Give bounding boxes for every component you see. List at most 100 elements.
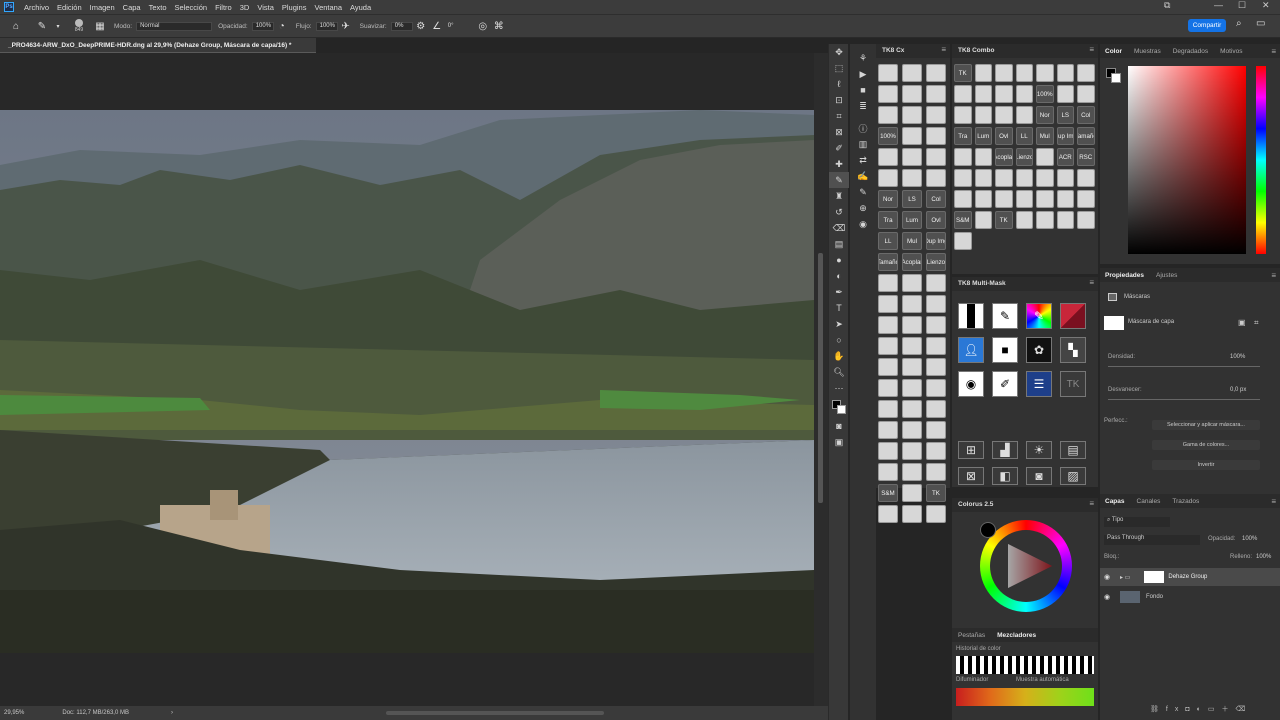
tk8-combo-button-12[interactable]	[1056, 85, 1074, 103]
canvas-image[interactable]	[0, 110, 814, 653]
doc-info[interactable]: Doc: 112,7 MB/263,0 MB	[62, 710, 129, 716]
tk8-cx-button-32[interactable]	[926, 274, 946, 292]
flow-field[interactable]: 100%	[315, 21, 338, 31]
gradient-box-icon[interactable]: ▨	[1060, 467, 1086, 485]
chevron-right-icon[interactable]: ›	[171, 710, 173, 716]
tk8-combo-button-34[interactable]: RSC	[1077, 148, 1095, 166]
tk8-cx-button-37[interactable]	[902, 316, 922, 334]
airbrush-icon[interactable]: ✈	[338, 18, 354, 34]
tk8-cx-button-27[interactable]: Tamaño	[878, 253, 898, 271]
tk8-combo-button-53[interactable]	[1036, 211, 1054, 229]
invert-button[interactable]: Invertir	[1152, 460, 1260, 470]
tk8-combo-button-13[interactable]	[1077, 85, 1095, 103]
menu-archivo[interactable]: Archivo	[20, 3, 53, 12]
layer-name[interactable]: Dehaze Group	[1168, 574, 1207, 580]
home-icon[interactable]: ⌂	[8, 18, 24, 34]
brush-preset-icon[interactable]: ✍	[850, 168, 876, 184]
tk8-combo-button-47[interactable]	[1056, 190, 1074, 208]
panel-menu-icon[interactable]: ≡	[1089, 278, 1094, 287]
zoom-tool-icon[interactable]: 🔍︎	[829, 364, 849, 380]
tk8-combo-button-3[interactable]	[1015, 64, 1033, 82]
tk8-cx-button-12[interactable]	[878, 148, 898, 166]
tk8-cx-button-61[interactable]	[902, 484, 922, 502]
menu-vista[interactable]: Vista	[253, 3, 278, 12]
type-tool-icon[interactable]: T	[829, 300, 849, 316]
current-color-dot[interactable]	[980, 522, 996, 538]
menu-edicion[interactable]: Edición	[53, 3, 86, 12]
tk8-cx-button-0[interactable]	[878, 64, 898, 82]
scroll-thumb[interactable]	[818, 253, 823, 503]
tk8-cx-button-35[interactable]	[926, 295, 946, 313]
brush-tool-icon[interactable]: ✎	[829, 172, 849, 188]
workspace-icon[interactable]: ▭	[1256, 18, 1265, 29]
overlap-mask-icon[interactable]: ▚	[1060, 337, 1086, 363]
menu-seleccion[interactable]: Selección	[171, 3, 212, 12]
tk8-cx-button-29[interactable]: Lienzo	[926, 253, 946, 271]
tk8-combo-button-1[interactable]	[974, 64, 992, 82]
tk8-cx-button-43[interactable]	[902, 358, 922, 376]
tk8-combo-button-31[interactable]: Lienzo	[1015, 148, 1033, 166]
tk8-cx-button-14[interactable]	[926, 148, 946, 166]
arrange-icon[interactable]: ⧉	[1164, 0, 1170, 11]
minimize-icon[interactable]: —	[1214, 0, 1223, 10]
menu-ayuda[interactable]: Ayuda	[346, 3, 375, 12]
tk8-combo-button-35[interactable]	[954, 169, 972, 187]
maximize-icon[interactable]: ☐	[1238, 0, 1246, 11]
opacity-field[interactable]: 100%	[251, 21, 274, 31]
brush-preset-picker[interactable]: 849	[70, 15, 88, 37]
search-icon[interactable]: ⌕	[1236, 18, 1242, 29]
tk8-cx-button-53[interactable]	[926, 421, 946, 439]
pixel-mask-icon[interactable]: ▣	[1238, 318, 1246, 327]
tk8-cx-button-2[interactable]	[926, 64, 946, 82]
tk8-combo-button-18[interactable]: Nor	[1036, 106, 1054, 124]
tk8-combo-button-56[interactable]	[954, 232, 972, 250]
clone-stamp-icon[interactable]: ♜	[829, 188, 849, 204]
tk8-cx-button-19[interactable]: LS	[902, 190, 922, 208]
tk8-cx-button-9[interactable]: 100%	[878, 127, 898, 145]
background-color[interactable]	[1111, 73, 1121, 83]
brush-settings-icon[interactable]: ▦	[92, 18, 108, 34]
black-square-icon[interactable]: ■	[992, 337, 1018, 363]
tk8-cx-button-4[interactable]	[902, 85, 922, 103]
panel-menu-icon[interactable]: ≡	[1271, 47, 1276, 56]
path-select-icon[interactable]: ➤	[829, 316, 849, 332]
tk8-combo-button-27[interactable]: Tamaño	[1077, 127, 1095, 145]
panel-menu-icon[interactable]: ≡	[1271, 497, 1276, 506]
tab-capas[interactable]: Capas	[1105, 498, 1125, 505]
mixer-gradient-bar[interactable]	[956, 688, 1094, 706]
tk8-combo-button-2[interactable]	[995, 64, 1013, 82]
tk8-combo-button-24[interactable]: LL	[1015, 127, 1033, 145]
share-button[interactable]: Compartir	[1188, 19, 1226, 32]
tab-pestanas[interactable]: Pestañas	[958, 632, 985, 639]
feather-value[interactable]: 0,0 px	[1230, 387, 1246, 393]
cross-icon[interactable]: ⊠	[958, 467, 984, 485]
tk8-cx-button-5[interactable]	[926, 85, 946, 103]
tk8-cx-button-10[interactable]	[902, 127, 922, 145]
sun-icon[interactable]: ☀	[1026, 441, 1052, 459]
chevron-down-icon[interactable]: ▾	[50, 18, 66, 34]
tk8-combo-button-33[interactable]: ACR	[1056, 148, 1074, 166]
tab-canales[interactable]: Canales	[1137, 498, 1161, 505]
add-mask-icon[interactable]: ◘	[1185, 706, 1196, 713]
tk8-cx-button-31[interactable]	[902, 274, 922, 292]
tk8-combo-button-36[interactable]	[974, 169, 992, 187]
density-value[interactable]: 100%	[1230, 354, 1245, 360]
tk8-combo-button-28[interactable]	[954, 148, 972, 166]
close-icon[interactable]: ✕	[1262, 0, 1270, 11]
tab-trazados[interactable]: Trazados	[1172, 498, 1199, 505]
tk8-cx-button-63[interactable]	[878, 505, 898, 523]
list-mask-icon[interactable]: ☰	[1026, 371, 1052, 397]
tk8-combo-button-4[interactable]	[1036, 64, 1054, 82]
vignette-mask-icon[interactable]: ◉	[958, 371, 984, 397]
menu-filtro[interactable]: Filtro	[211, 3, 236, 12]
delete-icon[interactable]: ⌫	[1235, 706, 1252, 713]
tk8-cx-button-17[interactable]	[926, 169, 946, 187]
tk8-cx-button-64[interactable]	[902, 505, 922, 523]
tk8-cx-button-21[interactable]: Tra	[878, 211, 898, 229]
tk8-cx-button-3[interactable]	[878, 85, 898, 103]
marquee-tool-icon[interactable]: ⬚	[829, 60, 849, 76]
healing-brush-icon[interactable]: ✚	[829, 156, 849, 172]
tk8-cx-button-57[interactable]	[878, 463, 898, 481]
tk8-cx-button-25[interactable]: Mul	[902, 232, 922, 250]
tk8-cx-button-22[interactable]: Lum	[902, 211, 922, 229]
